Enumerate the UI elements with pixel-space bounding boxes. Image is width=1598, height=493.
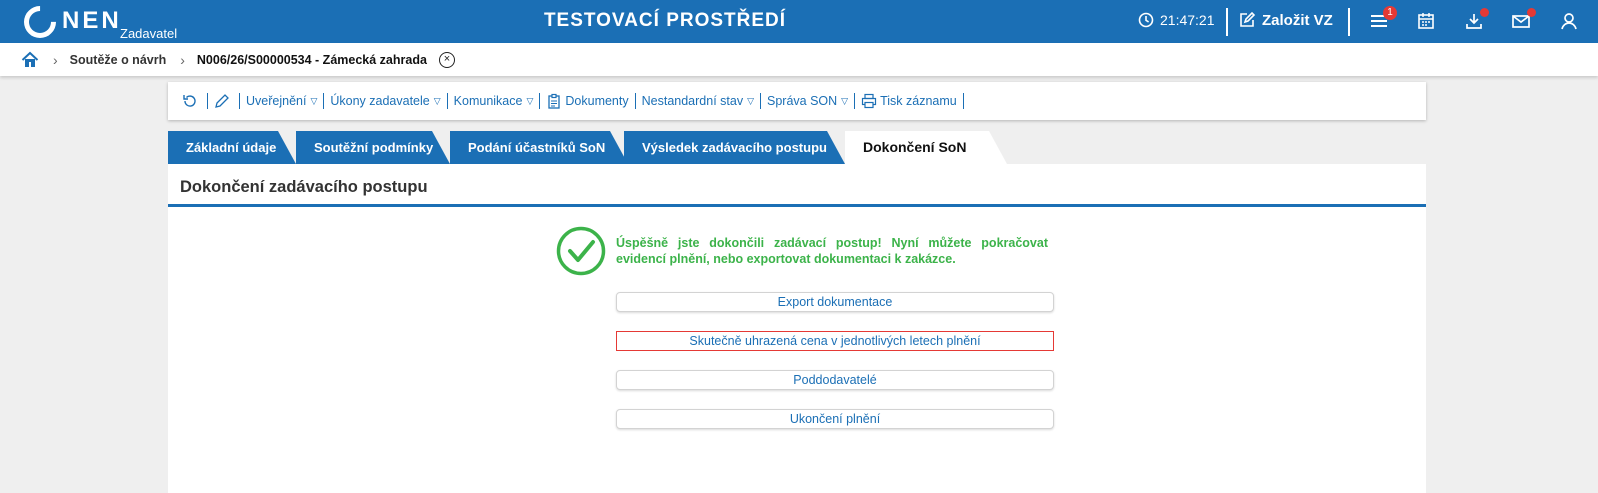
notification-badge: 1 [1383,6,1397,20]
messages-dot [1527,8,1536,17]
actual-price-paid-button[interactable]: Skutečně uhrazená cena v jednotlivých le… [616,331,1054,351]
breadcrumb-item-current[interactable]: N006/26/S00000534 - Zámecká zahrada [197,53,427,67]
chevron-right-icon: › [53,51,58,68]
pencil-icon [215,94,229,108]
clock-icon [1138,12,1154,28]
tab-participant-submissions[interactable]: Podání účastníků SoN [450,131,628,164]
toolbar-label: Tisk záznamu [880,94,957,108]
home-icon [21,51,39,67]
toolbar-item-communication[interactable]: Komunikace ▽ [448,94,540,108]
action-toolbar: Uveřejnění ▽ Úkony zadavatele ▽ Komunikace… [168,82,1426,120]
toolbar-label: Uveřejnění [246,94,307,108]
tab-basic-info[interactable]: Základní údaje [168,131,296,164]
tab-bar: Základní údaje Soutěžní podmínky Podání … [168,131,1068,164]
home-link[interactable] [21,51,39,69]
toolbar-item-documents[interactable]: Dokumenty [540,93,634,109]
toolbar-item-contracting-acts[interactable]: Úkony zadavatele ▽ [324,94,446,108]
divider [1226,8,1228,36]
subcontractors-button[interactable]: Poddodavatelé [616,370,1054,390]
tab-completion[interactable]: Dokončení SoN [845,131,1007,164]
breadcrumb-item-design-contests[interactable]: Soutěže o návrh [70,53,167,67]
calendar-button[interactable] [1416,11,1438,33]
create-tender-label: Založit VZ [1262,11,1333,29]
environment-title: TESTOVACÍ PROSTŘEDÍ [543,10,787,31]
downloads-button[interactable] [1464,8,1489,33]
completion-panel: Dokončení zadávacího postupu Úspěšně jst… [168,164,1426,493]
close-icon[interactable]: × [438,51,455,68]
toolbar-item-son-management[interactable]: Správa SON ▽ [761,94,854,108]
user-icon [1561,13,1577,30]
toolbar-label: Komunikace [453,94,523,108]
chevron-right-icon: › [180,51,185,68]
toolbar-item-print-record[interactable]: Tisk záznamu [855,93,963,109]
toolbar-label: Dokumenty [565,94,629,108]
user-button[interactable] [1559,11,1581,33]
session-clock: 21:47:21 [1138,12,1215,28]
refresh-button[interactable] [176,93,207,109]
caret-down-icon: ▽ [526,95,534,106]
top-bar: NEN Zadavatel TESTOVACÍ PROSTŘEDÍ 21:47:… [0,0,1598,45]
divider [1348,8,1350,36]
success-message: Úspěšně jste dokončili zadávací postup! … [616,236,1048,266]
calendar-icon [1418,13,1434,29]
toolbar-label: Nestandardní stav [641,94,744,108]
success-notice: Úspěšně jste dokončili zadávací postup! … [556,226,1048,276]
caret-down-icon: ▽ [747,95,754,106]
printer-icon [861,93,877,109]
page-title: Dokončení zadávacího postupu [180,178,428,196]
tab-contest-conditions[interactable]: Soutěžní podmínky [296,131,450,164]
create-tender-button[interactable]: Založit VZ [1238,11,1333,29]
toolbar-label: Úkony zadavatele [330,94,430,108]
breadcrumb: › Soutěže o návrh › N006/26/S00000534 - … [0,43,1598,76]
toolbar-divider [962,93,964,109]
check-circle-icon [556,226,606,276]
toolbar-label: Správa SON [767,94,838,108]
caret-down-icon: ▽ [310,95,318,106]
tab-procedure-result[interactable]: Výsledek zadávacího postupu [624,131,845,164]
refresh-icon [183,95,196,107]
caret-down-icon: ▽ [841,95,849,106]
clipboard-icon [548,93,561,109]
toolbar-item-nonstandard-state[interactable]: Nestandardní stav ▽ [636,94,760,108]
export-documentation-button[interactable]: Export dokumentace [616,292,1054,312]
downloads-dot [1480,8,1489,17]
edit-icon [1240,11,1256,27]
caret-down-icon: ▽ [433,95,441,106]
edit-button[interactable] [208,93,239,109]
messages-button[interactable] [1511,8,1536,33]
end-of-performance-button[interactable]: Ukončení plnění [616,409,1054,429]
clock-time: 21:47:21 [1160,12,1215,28]
menu-button[interactable]: 1 [1369,6,1397,33]
title-underline [168,204,1426,207]
toolbar-item-publication[interactable]: Uveřejnění ▽ [240,94,323,108]
